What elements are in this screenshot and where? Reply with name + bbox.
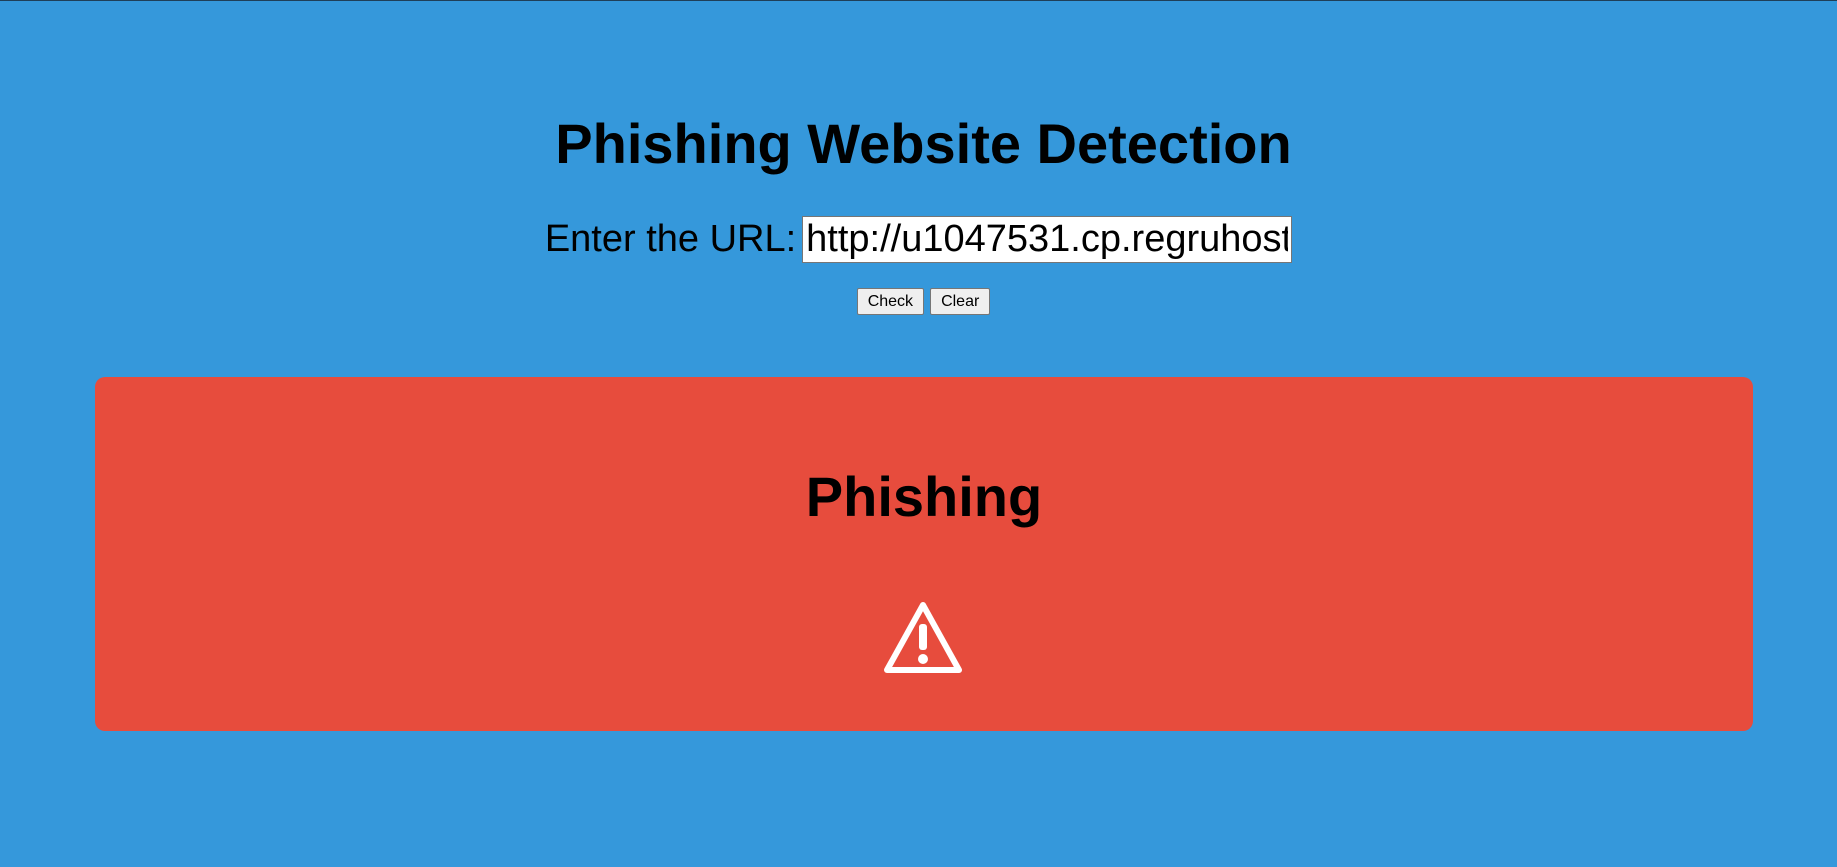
clear-button[interactable]: Clear [930,288,991,315]
button-row: Check Clear [0,288,1837,315]
url-form-row: Enter the URL: [0,212,1837,266]
window-top-border [0,0,1837,1]
warning-icon [884,602,962,673]
check-button[interactable]: Check [856,288,925,315]
page-title: Phishing Website Detection [555,112,1292,175]
url-input[interactable] [802,215,1293,263]
result-panel: Phishing [95,377,1753,731]
url-label: Enter the URL: [544,218,797,260]
result-label: Phishing [805,465,1043,528]
